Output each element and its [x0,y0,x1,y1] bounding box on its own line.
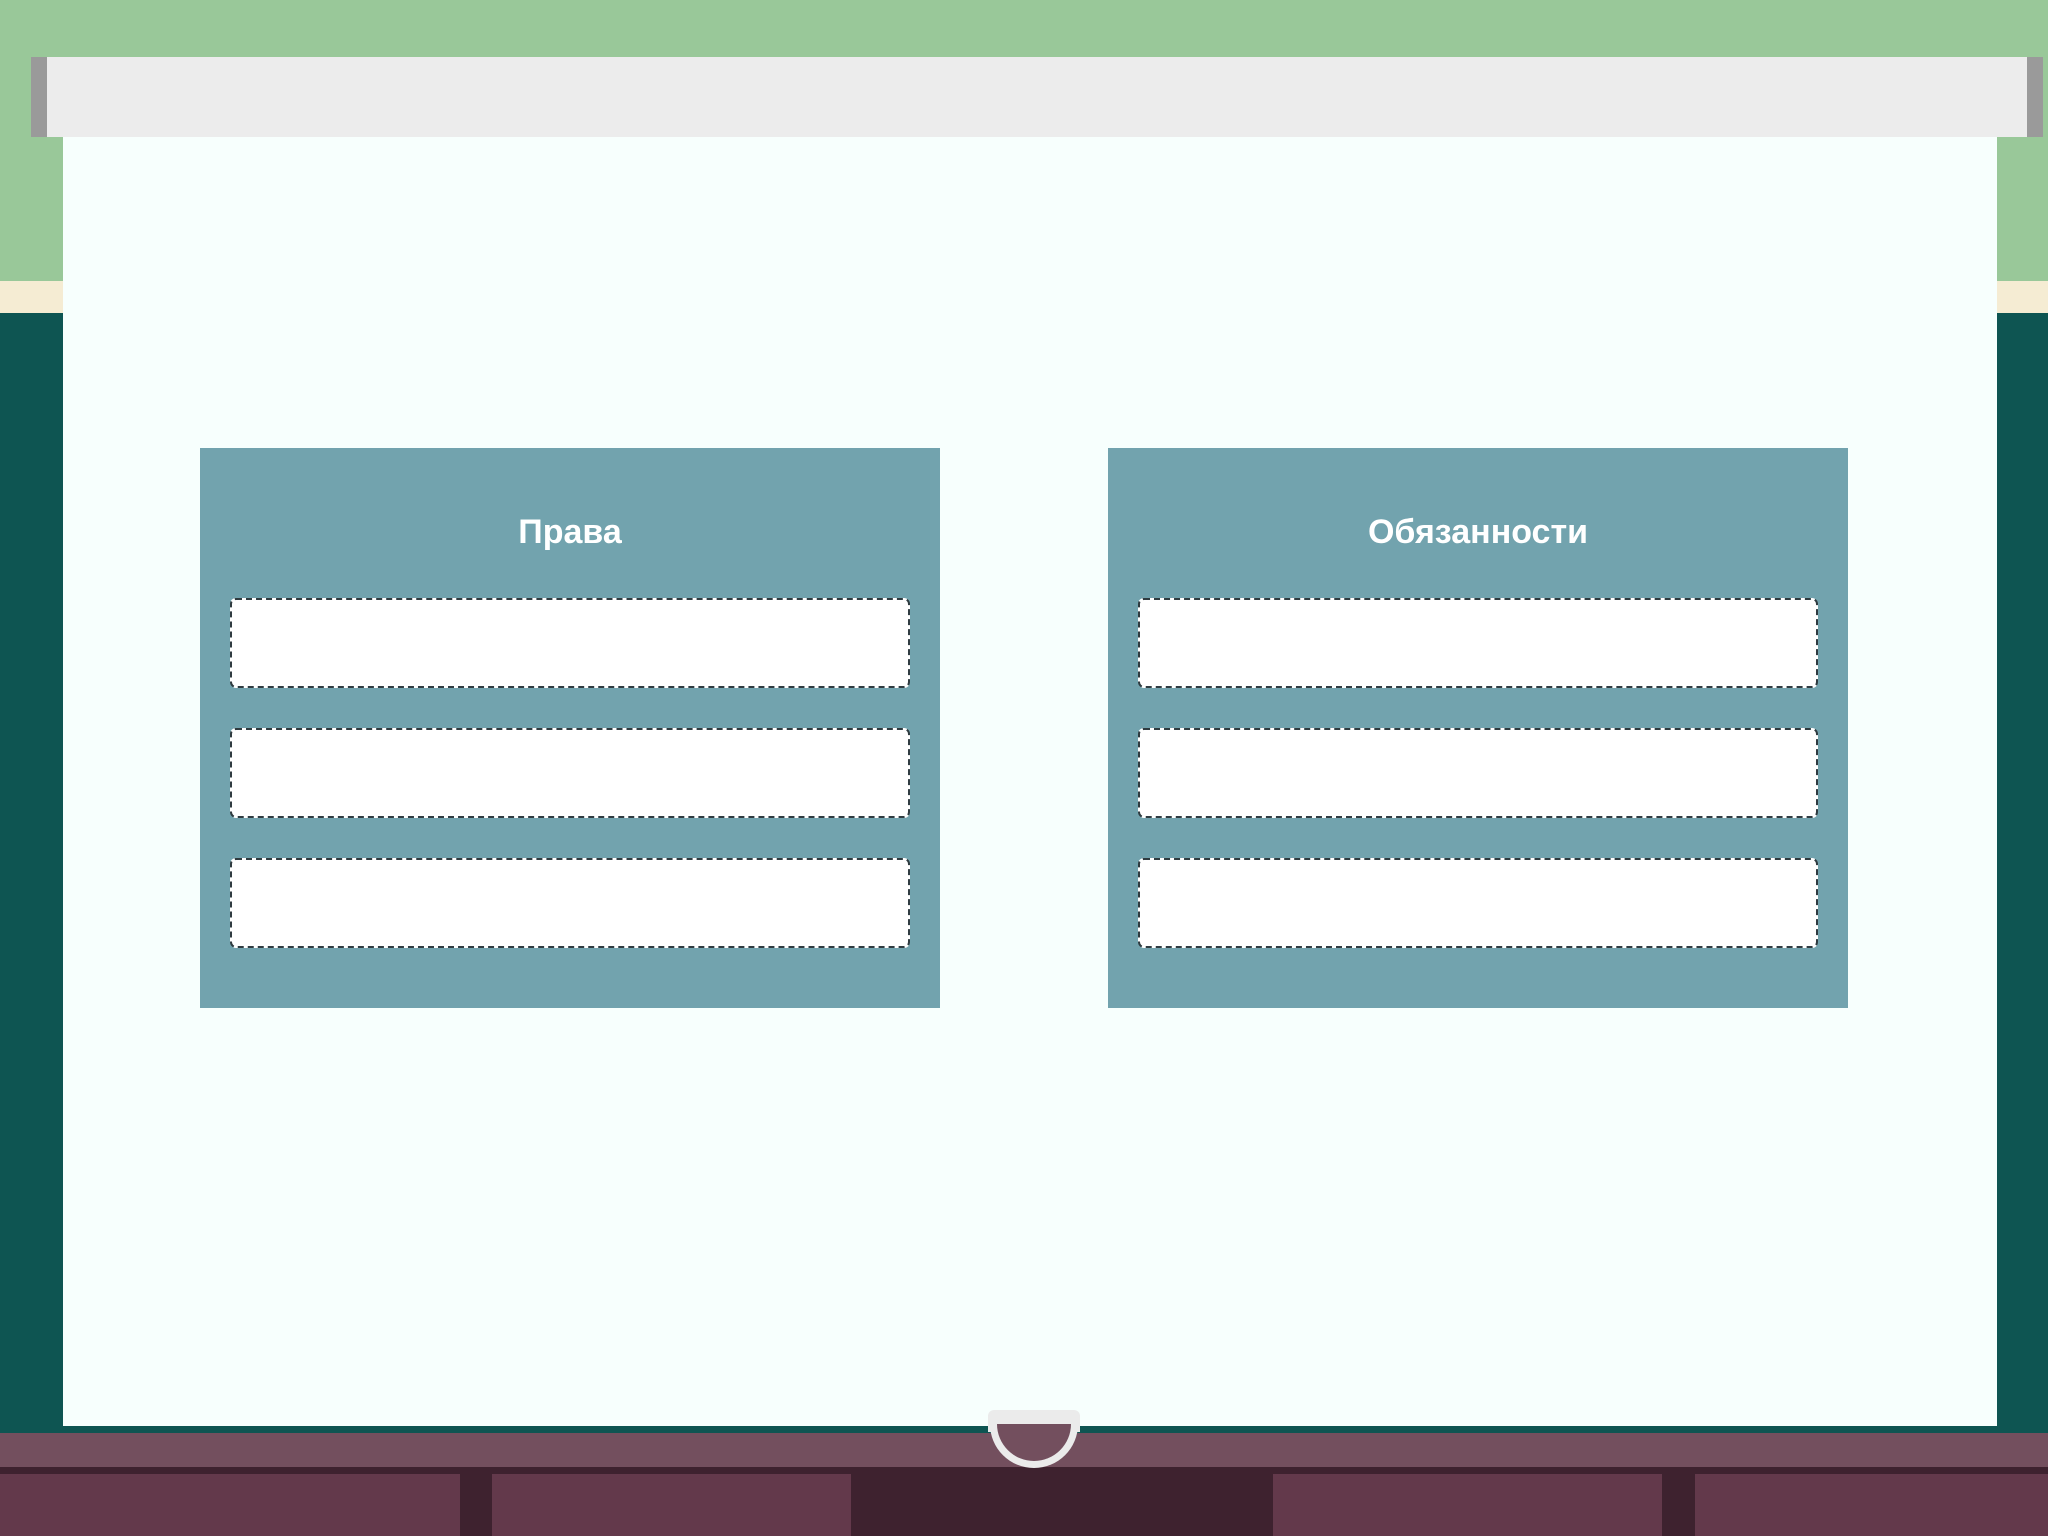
drop-slot[interactable] [230,858,910,948]
cabinet-drawer [0,1474,460,1536]
drop-slot[interactable] [230,598,910,688]
roller-cap-left [31,57,47,137]
projector-screen-roller [31,57,2042,137]
cabinet-drawer [1273,1474,1662,1536]
drop-slot[interactable] [1138,728,1818,818]
classroom-scene: Права Обязанности [0,0,2048,1536]
category-panel-rights: Права [200,448,940,1008]
cabinet-drawer [492,1474,851,1536]
category-panel-duties: Обязанности [1108,448,1848,1008]
category-title: Права [518,513,622,551]
roller-cap-right [2027,57,2043,137]
drop-slot[interactable] [1138,858,1818,948]
category-title: Обязанности [1367,513,1589,551]
drop-slot[interactable] [230,728,910,818]
drop-slot[interactable] [1138,598,1818,688]
cabinet-drawer [1695,1474,2048,1536]
cabinet-divider [0,1467,2048,1474]
